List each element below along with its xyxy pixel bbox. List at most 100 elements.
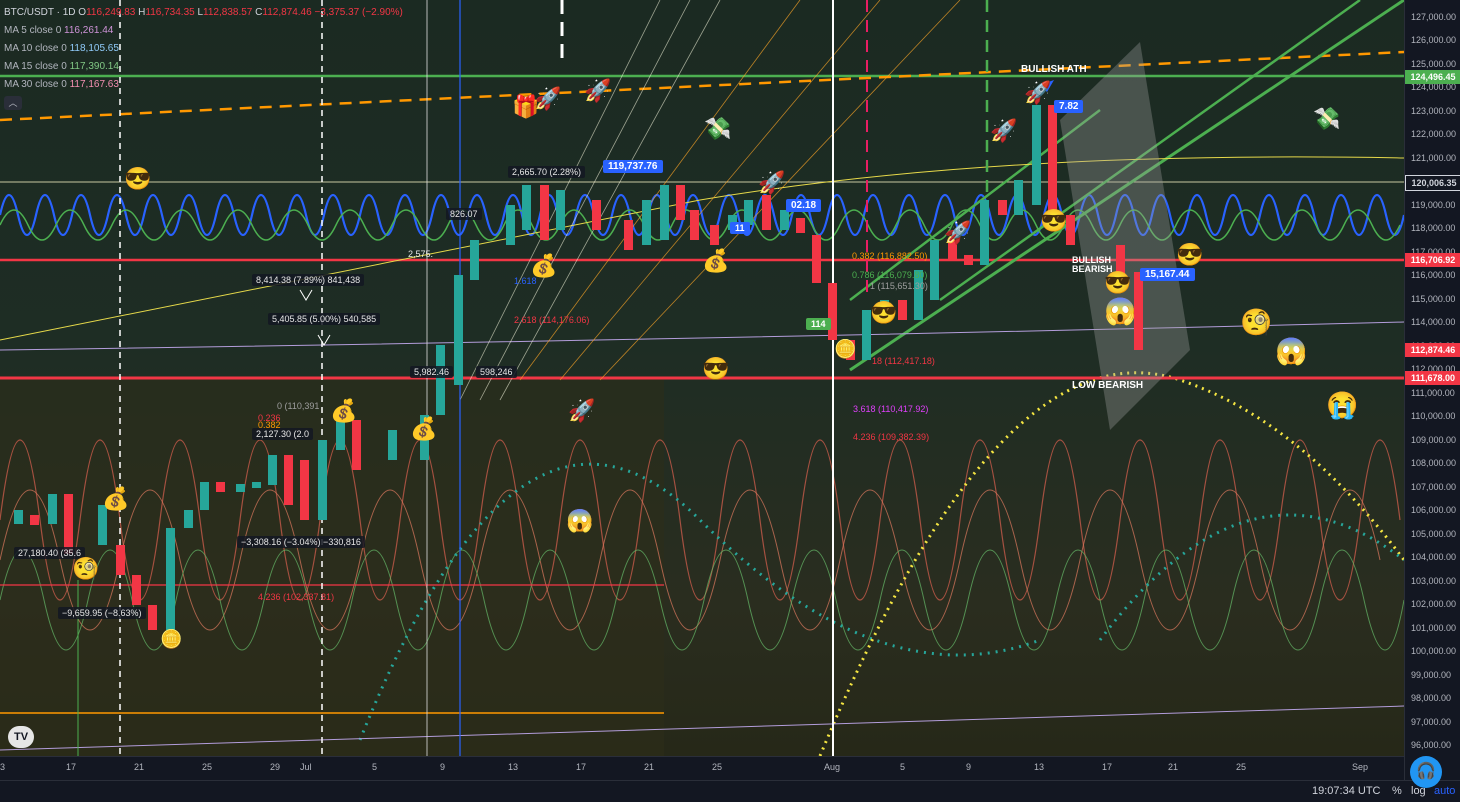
price-box-02[interactable]: 02.18: [786, 199, 822, 212]
range-label-2[interactable]: 5,405.85 (5.00%) 540,585: [268, 313, 381, 325]
fib-label-2575: 2,575.: [408, 249, 434, 259]
range-label-6[interactable]: 2,665.70 (2.28%): [508, 166, 586, 178]
price-tick: 115,000.00: [1411, 293, 1456, 304]
price-tick: 122,000.00: [1411, 129, 1457, 140]
ohlc-low-value: 112,838.57: [203, 7, 253, 18]
chevron-up-icon[interactable]: ︿: [4, 96, 22, 110]
fib-label-2618: 2.618 (114,176.06): [514, 315, 590, 325]
coin-emoji-icon: 🪙: [160, 629, 183, 649]
price-tick: 105,000.00: [1411, 528, 1457, 539]
legend-ohlc-row: BTC/USDT · 1D O116,249.83 H116,734.35 L1…: [4, 4, 403, 22]
scream-emoji-icon: 😱: [1104, 296, 1137, 326]
dotted-curve-yellow: [818, 371, 1404, 756]
price-tick: 100,000.00: [1411, 646, 1457, 657]
price-tick: 99,000.00: [1411, 669, 1452, 680]
auto-toggle[interactable]: auto: [1434, 785, 1455, 797]
coin-emoji-icon: 🪙: [834, 339, 857, 359]
time-tick: 17: [576, 762, 587, 772]
sine-wave-green: [0, 209, 1401, 241]
price-tag[interactable]: 112,874.46: [1405, 342, 1460, 357]
price-box-114[interactable]: 114: [806, 318, 831, 330]
ma-5-value: 116,261.44: [64, 25, 114, 36]
price-tick: 110,000.00: [1411, 411, 1456, 422]
scream-emoji-icon: 😱: [1275, 336, 1308, 366]
price-tick: 109,000.00: [1411, 434, 1457, 445]
arrow-up-1: [299, 289, 313, 301]
clock-time[interactable]: 19:07:34 UTC: [1312, 785, 1380, 797]
legend-ma-5[interactable]: MA 5 close 0 116,261.44: [4, 22, 403, 40]
ma-30-label: MA 30 close 0: [4, 79, 67, 90]
rocket-emoji-icon: 🚀: [1024, 80, 1052, 105]
money-bag-emoji-icon: 💰: [410, 416, 438, 441]
sunglasses-emoji-icon: 😎: [124, 166, 152, 191]
price-tick: 127,000.00: [1411, 12, 1457, 22]
price-axis[interactable]: 127,000.00 126,000.00 125,000.00 124,000.00…: [1404, 0, 1460, 780]
rocket-emoji-icon: 🚀: [568, 398, 596, 423]
price-tick: 118,000.00: [1411, 223, 1456, 234]
legend-ma-10[interactable]: MA 10 close 0 118,105.65: [4, 40, 403, 58]
range-label-7[interactable]: 5,982.46: [410, 366, 454, 378]
price-tick: 111,000.00: [1411, 387, 1455, 398]
rocket-emoji-icon: 🚀: [584, 78, 612, 103]
time-tick: 13: [508, 762, 519, 772]
headset-icon[interactable]: 🎧: [1410, 756, 1442, 788]
scream-emoji-icon: 😱: [566, 508, 594, 533]
time-tick: 21: [1168, 762, 1179, 772]
price-tag[interactable]: 120,006.35: [1405, 175, 1460, 192]
price-tick: 103,000.00: [1411, 575, 1457, 586]
price-tick: 108,000.00: [1411, 458, 1457, 469]
tradingview-logo[interactable]: TV: [8, 726, 34, 748]
time-axis[interactable]: 3 17 21 25 29 Jul 5 9 13 17 21 25 Aug 5 9 13 17 21 25 Sep: [0, 756, 1404, 781]
chart-area[interactable]: BTC/USDT · 1D O116,249.83 H116,734.35 L1…: [0, 0, 1404, 756]
time-tick: 5: [372, 762, 378, 772]
price-box-11[interactable]: 11: [730, 222, 750, 234]
ma-5-label: MA 5 close 0: [4, 25, 62, 36]
monocle-emoji-icon: 🧐: [72, 556, 100, 581]
price-tag[interactable]: 116,706.92: [1405, 252, 1460, 267]
legend-ma-15[interactable]: MA 15 close 0 117,390.14: [4, 58, 403, 76]
range-label-8[interactable]: 598,246: [476, 366, 517, 378]
price-tick: 119,000.00: [1411, 199, 1456, 210]
price-tick: 123,000.00: [1411, 105, 1457, 116]
percent-toggle[interactable]: %: [1392, 785, 1402, 797]
price-tick: 121,000.00: [1411, 152, 1457, 163]
time-tick: 21: [134, 762, 145, 772]
ohlc-close-value: 112,874.46: [262, 7, 312, 18]
monocle-emoji-icon: 🧐: [1240, 307, 1273, 337]
time-tick: 29: [270, 762, 281, 772]
fib-label-4236: 4.236 (109,382.39): [853, 432, 930, 442]
time-tick: Jul: [300, 762, 312, 772]
time-tick: Aug: [824, 762, 841, 772]
rocket-emoji-icon: 🚀: [758, 170, 786, 195]
price-tick: 107,000.00: [1411, 481, 1457, 492]
range-label-1[interactable]: 8,414.38 (7.89%) 841,438: [252, 274, 365, 286]
sunglasses-emoji-icon: 😎: [1176, 242, 1204, 267]
crying-emoji-icon: 😭: [1326, 390, 1359, 420]
range-label-3[interactable]: −3,308.16 (−3.04%) −330,816: [237, 536, 365, 548]
range-label-10[interactable]: 826.07: [446, 208, 482, 220]
ma-15-value: 117,390.14: [69, 61, 119, 72]
time-tick: 17: [66, 762, 77, 772]
price-box-119737[interactable]: 119,737.76: [603, 160, 663, 173]
money-bag-emoji-icon: 💰: [702, 248, 730, 273]
price-tick: 104,000.00: [1411, 552, 1457, 563]
price-tag[interactable]: 111,678.00: [1405, 370, 1460, 385]
price-tick: 116,000.00: [1411, 270, 1456, 281]
fib-label-4236-low: 4.236 (102,337.81): [258, 592, 335, 602]
legend-ma-30[interactable]: MA 30 close 0 117,167.63: [4, 76, 403, 94]
price-box-115167[interactable]: 15,167.44: [1140, 268, 1195, 281]
money-bag-emoji-icon: 💰: [330, 398, 358, 423]
price-tick: 126,000.00: [1411, 35, 1457, 46]
price-box-782[interactable]: 7.82: [1054, 100, 1084, 113]
money-wings-emoji-icon: 💸: [1313, 106, 1341, 131]
symbol-label[interactable]: BTC/USDT · 1D: [4, 7, 76, 18]
price-tick: 124,000.00: [1411, 82, 1457, 93]
time-tick: 9: [440, 762, 446, 772]
time-tick: 25: [712, 762, 723, 772]
ma-curve-purple: [0, 321, 1404, 351]
price-tick: 125,000.00: [1411, 58, 1457, 69]
time-tick: 17: [1102, 762, 1113, 772]
price-tag[interactable]: 124,496.45: [1405, 69, 1460, 84]
bearish-zone: [0, 378, 664, 756]
range-label-5[interactable]: −9,659.95 (−8.63%): [58, 607, 146, 619]
